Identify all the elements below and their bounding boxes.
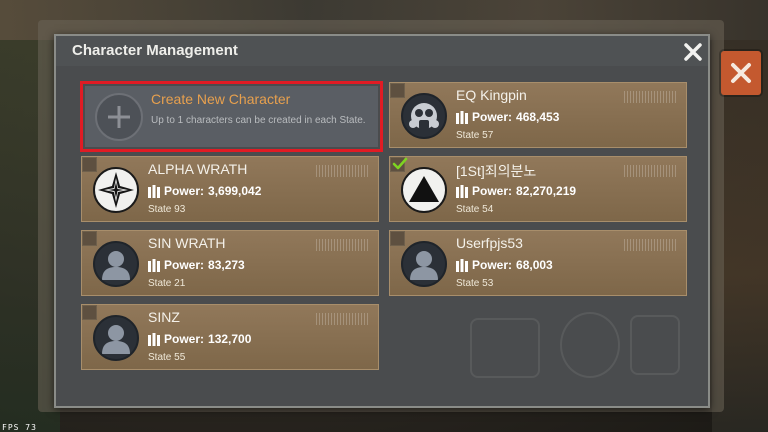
ammo-icon — [456, 258, 468, 272]
ammo-icon — [148, 184, 160, 198]
character-name: SIN WRATH — [148, 235, 226, 251]
power-label: Power: — [472, 258, 513, 272]
close-icon — [731, 63, 751, 83]
ammo-icon — [456, 184, 468, 198]
character-power: Power: 83,273 — [148, 256, 245, 274]
character-state: State 54 — [456, 204, 494, 215]
power-value: 83,273 — [208, 258, 245, 272]
character-name: ALPHA WRATH — [148, 161, 248, 177]
barcode-decoration — [624, 239, 678, 251]
character-power: Power: 82,270,219 — [456, 182, 576, 200]
gas-mask-icon — [401, 93, 447, 139]
plus-icon — [95, 93, 143, 141]
star-emblem-icon — [93, 167, 139, 213]
character-state: State 21 — [148, 278, 186, 289]
barcode-decoration — [624, 165, 678, 177]
power-label: Power: — [164, 184, 205, 198]
ammo-icon — [148, 258, 160, 272]
select-checkbox[interactable] — [390, 83, 405, 98]
character-card-selected[interactable]: [1St]죄의분노 Power: 82,270,219 State 54 — [389, 156, 687, 222]
fps-counter: FPS 73 — [2, 423, 37, 432]
character-state: State 57 — [456, 130, 494, 141]
character-state: State 53 — [456, 278, 494, 289]
decorative-shape — [470, 318, 540, 378]
power-value: 3,699,042 — [208, 184, 262, 198]
character-name: EQ Kingpin — [456, 87, 527, 103]
power-value: 132,700 — [208, 332, 252, 346]
select-checkbox[interactable] — [82, 157, 97, 172]
create-card-body: Create New Character Up to 1 characters … — [85, 86, 378, 147]
power-value: 68,003 — [516, 258, 553, 272]
character-name: Userfpjs53 — [456, 235, 523, 251]
select-checkbox[interactable] — [82, 231, 97, 246]
character-name: [1St]죄의분노 — [456, 163, 537, 179]
character-power: Power: 68,003 — [456, 256, 553, 274]
character-card[interactable]: Userfpjs53 Power: 68,003 State 53 — [389, 230, 687, 296]
select-checkbox[interactable] — [390, 231, 405, 246]
character-state: State 55 — [148, 352, 186, 363]
create-new-character-card[interactable]: Create New Character Up to 1 characters … — [80, 81, 383, 152]
close-icon — [684, 43, 702, 61]
power-label: Power: — [472, 184, 513, 198]
create-character-description: Up to 1 characters can be created in eac… — [151, 115, 366, 126]
default-avatar-icon — [401, 241, 447, 287]
select-checkbox[interactable] — [390, 157, 408, 172]
power-value: 468,453 — [516, 110, 560, 124]
decorative-shape — [560, 312, 620, 378]
create-character-title: Create New Character — [151, 91, 291, 107]
ammo-icon — [148, 332, 160, 346]
character-card[interactable]: SINZ Power: 132,700 State 55 — [81, 304, 379, 370]
default-avatar-icon — [93, 315, 139, 361]
character-card[interactable]: SIN WRATH Power: 83,273 State 21 — [81, 230, 379, 296]
power-value: 82,270,219 — [516, 184, 577, 198]
barcode-decoration — [316, 239, 370, 251]
barcode-decoration — [316, 165, 370, 177]
power-label: Power: — [164, 258, 205, 272]
select-checkbox[interactable] — [82, 305, 97, 320]
character-state: State 93 — [148, 204, 186, 215]
outer-close-button[interactable] — [721, 51, 761, 95]
checkmark-icon — [392, 157, 408, 170]
dialog-close-button[interactable] — [681, 40, 705, 64]
barcode-decoration — [624, 91, 678, 103]
character-name: SINZ — [148, 309, 180, 325]
dialog-header: Character Management — [56, 36, 708, 66]
character-power: Power: 468,453 — [456, 108, 559, 126]
default-avatar-icon — [93, 241, 139, 287]
character-card[interactable]: ALPHA WRATH Power: 3,699,042 State 93 — [81, 156, 379, 222]
ammo-icon — [456, 110, 468, 124]
character-power: Power: 3,699,042 — [148, 182, 261, 200]
power-label: Power: — [472, 110, 513, 124]
character-card[interactable]: EQ Kingpin Power: 468,453 State 57 — [389, 82, 687, 148]
dialog-title: Character Management — [72, 42, 238, 59]
decorative-shape — [630, 315, 680, 375]
triangle-emblem-icon — [401, 167, 447, 213]
barcode-decoration — [316, 313, 370, 325]
character-power: Power: 132,700 — [148, 330, 251, 348]
power-label: Power: — [164, 332, 205, 346]
